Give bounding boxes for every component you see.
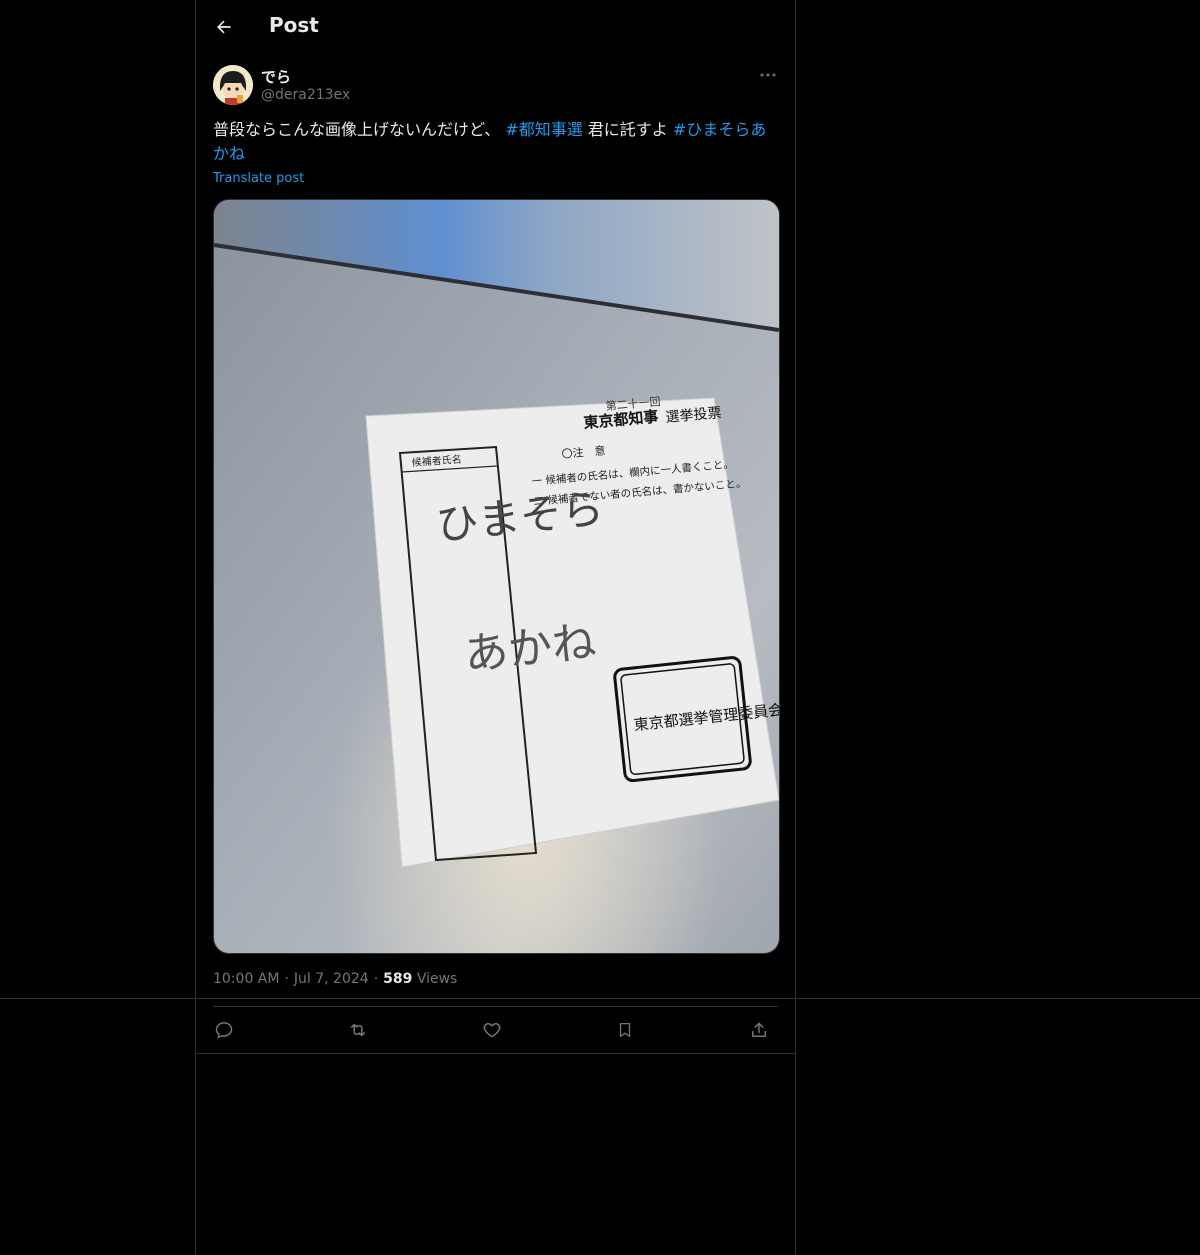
meta-separator: · xyxy=(284,971,289,987)
share-button[interactable] xyxy=(745,1016,773,1044)
tweet-text: 普段ならこんな画像上げないんだけど、 #都知事選 君に託すよ #ひまそらあかね xyxy=(213,118,778,166)
author-display-name[interactable]: でら xyxy=(261,66,291,87)
avatar[interactable] xyxy=(213,65,253,105)
page-header: Post xyxy=(196,0,795,54)
main-column: Post でら @dera213ex 普段ならこんな画像上げないんだけど、 #都… xyxy=(195,0,796,1255)
author-handle[interactable]: @dera213ex xyxy=(261,87,350,103)
action-bar xyxy=(213,1016,778,1044)
hashtag-link[interactable]: #都知事選 xyxy=(505,120,582,139)
tweet-text-segment: 普段ならこんな画像上げないんだけど、 xyxy=(213,120,506,139)
reply-icon xyxy=(214,1020,234,1040)
views-count: 589 xyxy=(383,971,413,987)
post-meta: 10:00 AM · Jul 7, 2024 · 589 Views xyxy=(213,971,457,987)
like-button[interactable] xyxy=(478,1016,506,1044)
arrow-left-icon xyxy=(214,17,234,37)
meta-separator: · xyxy=(373,971,379,987)
repost-icon xyxy=(347,1020,369,1040)
bookmark-icon xyxy=(616,1020,634,1040)
like-icon xyxy=(482,1020,502,1040)
divider xyxy=(196,1053,795,1054)
back-button[interactable] xyxy=(208,11,240,43)
reply-button[interactable] xyxy=(210,1016,238,1044)
bookmark-button[interactable] xyxy=(611,1016,639,1044)
more-options-button[interactable] xyxy=(756,64,780,86)
more-icon xyxy=(760,73,776,77)
share-icon xyxy=(749,1020,769,1040)
tweet-photo[interactable]: 第二十一回 東京都知事 選挙投票 〇注 意 一 候補者の氏名は、欄内に一人書くこ… xyxy=(213,199,780,954)
post-date[interactable]: Jul 7, 2024 xyxy=(294,971,369,987)
page-title: Post xyxy=(269,13,319,37)
divider xyxy=(213,1006,778,1007)
ballot-paper: 第二十一回 東京都知事 選挙投票 〇注 意 一 候補者の氏名は、欄内に一人書くこ… xyxy=(365,394,779,868)
post-time[interactable]: 10:00 AM xyxy=(213,971,279,987)
repost-button[interactable] xyxy=(344,1016,372,1044)
divider xyxy=(0,998,1200,999)
translate-post-link[interactable]: Translate post xyxy=(213,171,304,186)
views-label: Views xyxy=(416,971,458,987)
tweet-text-segment: 君に託すよ xyxy=(582,120,673,139)
